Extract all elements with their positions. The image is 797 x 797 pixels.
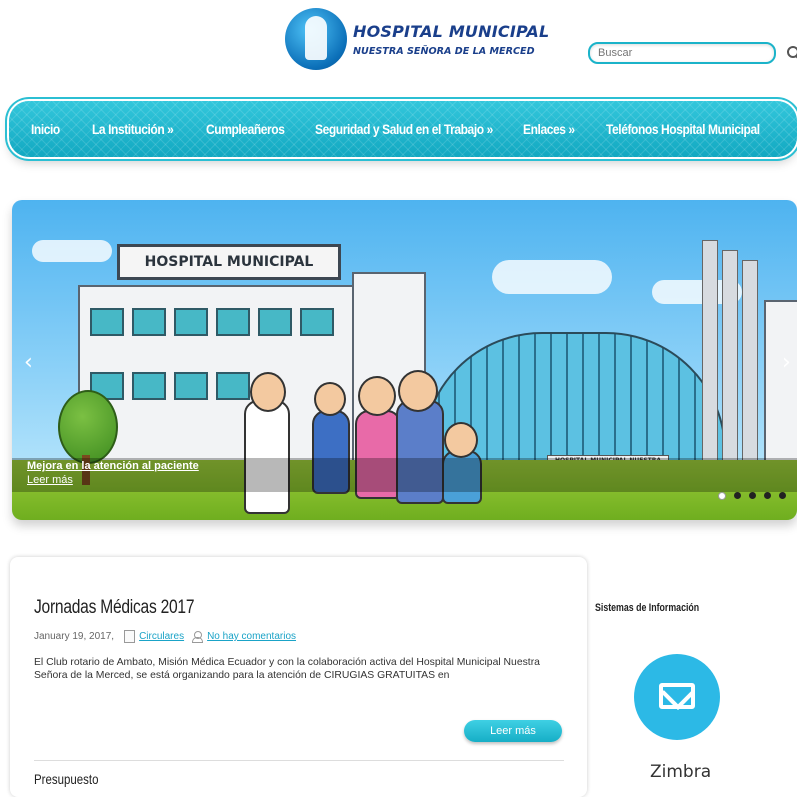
window (132, 372, 166, 400)
slide-read-more-link[interactable]: Leer más (27, 474, 73, 486)
search-box (588, 42, 797, 64)
slider-prev-icon[interactable]: ‹ (24, 350, 33, 375)
slider-dot[interactable] (779, 492, 786, 499)
post-meta: January 19, 2017, Circulares No hay come… (34, 630, 296, 643)
slider-next-icon[interactable]: › (782, 350, 791, 375)
tree (58, 390, 118, 464)
envelope-icon (659, 683, 695, 709)
nurse-head (314, 382, 346, 416)
window (300, 308, 334, 336)
main-nav: Inicio La Institución » Cumpleañeros Seg… (9, 101, 797, 157)
slider-dot[interactable] (734, 492, 741, 499)
search-icon[interactable] (786, 45, 797, 61)
nav-item-telefonos[interactable]: Teléfonos Hospital Municipal (606, 121, 760, 137)
logo-title: HOSPITAL MUNICIPAL (353, 21, 550, 41)
nav-item-enlaces[interactable]: Enlaces » (523, 121, 575, 137)
tower (722, 250, 738, 492)
window (174, 308, 208, 336)
cloud (492, 260, 612, 294)
window (90, 308, 124, 336)
doctor-character (244, 400, 290, 514)
next-post-title[interactable]: Presupuesto (34, 771, 98, 787)
child-head (444, 422, 478, 458)
zimbra-mail-icon[interactable] (634, 654, 720, 740)
read-more-button[interactable]: Leer más (464, 720, 562, 742)
post-excerpt: El Club rotario de Ambato, Misión Médica… (34, 657, 540, 681)
zimbra-label[interactable]: Zimbra (650, 762, 711, 782)
window (174, 372, 208, 400)
nav-item-cumpleaneros[interactable]: Cumpleañeros (206, 121, 285, 137)
cloud (32, 240, 112, 262)
post-category-link[interactable]: Circulares (139, 631, 184, 642)
slider-pagination (718, 492, 786, 500)
slider-dot[interactable] (764, 492, 771, 499)
nav-item-inicio[interactable]: Inicio (31, 121, 60, 137)
comments-icon (192, 631, 204, 643)
post-title[interactable]: Jornadas Médicas 2017 (34, 597, 195, 619)
sidebar-title: Sistemas de Información (595, 602, 700, 614)
nav-item-institucion[interactable]: La Institución » (92, 121, 174, 137)
window (258, 308, 292, 336)
search-input[interactable] (588, 42, 776, 64)
slider-dot[interactable] (718, 492, 726, 500)
window (216, 372, 250, 400)
nav-item-seguridad[interactable]: Seguridad y Salud en el Trabajo » (315, 121, 493, 137)
post-comments-link[interactable]: No hay comentarios (207, 631, 296, 642)
hospital-sign: HOSPITAL MUNICIPAL (117, 244, 341, 280)
site-logo[interactable]: HOSPITAL MUNICIPAL NUESTRA SEÑORA DE LA … (285, 8, 550, 304)
logo-emblem-icon (285, 8, 347, 304)
grandma-head (358, 376, 396, 416)
post-date: January 19, 2017, (34, 631, 115, 642)
category-icon (124, 630, 136, 643)
slide-title-link[interactable]: Mejora en la atención al paciente (27, 460, 199, 472)
doctor-head (250, 372, 286, 412)
image-slider: HOSPITAL MUNICIPAL HOSPITAL MUNICIPAL NU… (12, 200, 797, 520)
slider-dot[interactable] (749, 492, 756, 499)
divider (34, 760, 564, 761)
window (132, 308, 166, 336)
tower (702, 240, 718, 492)
post-card: Jornadas Médicas 2017 January 19, 2017, … (10, 557, 587, 797)
grandpa-head (398, 370, 438, 412)
logo-subtitle: NUESTRA SEÑORA DE LA MERCED (353, 45, 535, 57)
window (216, 308, 250, 336)
